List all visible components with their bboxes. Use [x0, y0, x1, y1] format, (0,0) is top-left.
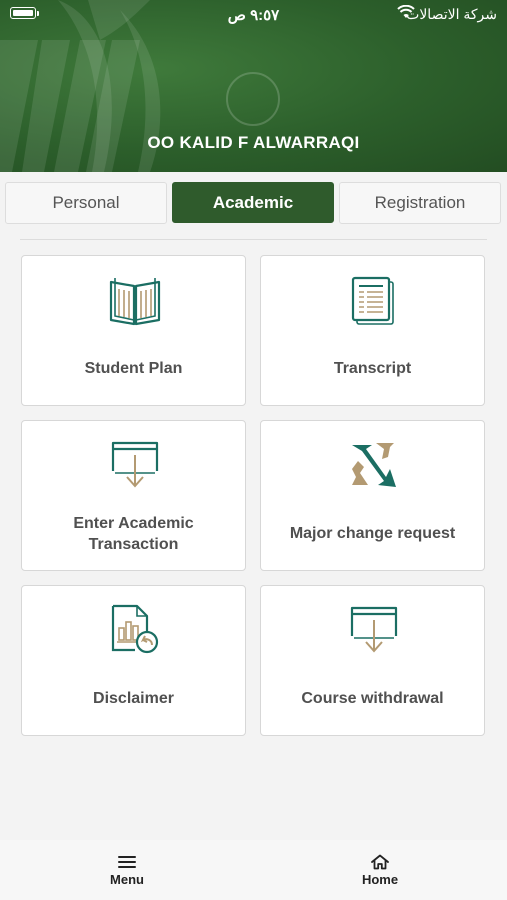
- home-icon: [371, 854, 389, 870]
- bottom-navigation: Menu Home: [0, 840, 507, 900]
- home-label: Home: [361, 872, 399, 887]
- tab-registration-label: Registration: [374, 193, 466, 212]
- tab-academic-label: Academic: [212, 193, 294, 212]
- report-undo-icon: [111, 604, 159, 654]
- document-stack-icon: [351, 276, 394, 325]
- student-plan-tile[interactable]: Student Plan: [21, 255, 246, 406]
- hamburger-menu-icon: [118, 856, 136, 868]
- divider: [20, 239, 487, 240]
- tab-registration[interactable]: Registration: [339, 182, 501, 224]
- student-plan-label: Student Plan: [84, 360, 183, 377]
- tab-academic[interactable]: Academic: [172, 182, 334, 223]
- course-withdrawal-label: Course withdrawal: [301, 690, 444, 707]
- home-button[interactable]: Home: [340, 854, 420, 887]
- carrier-name: شركة الاتصالات: [406, 6, 497, 22]
- disclaimer-label: Disclaimer: [93, 690, 174, 707]
- disclaimer-tile[interactable]: Disclaimer: [21, 585, 246, 736]
- menu-label: Menu: [110, 872, 144, 887]
- transcript-label: Transcript: [333, 360, 412, 377]
- tab-personal[interactable]: Personal: [5, 182, 167, 224]
- window-arrow-down-icon: [111, 441, 159, 488]
- menu-button[interactable]: Menu: [87, 854, 167, 887]
- course-withdrawal-tile[interactable]: Course withdrawal: [260, 585, 485, 736]
- section-tabs: Personal Academic Registration: [5, 182, 502, 224]
- tab-personal-label: Personal: [52, 193, 120, 212]
- enter-academic-transaction-tile[interactable]: Enter Academic Transaction: [21, 420, 246, 571]
- major-change-request-tile[interactable]: Major change request: [260, 420, 485, 571]
- open-book-icon: [109, 278, 161, 326]
- window-arrow-down-icon: [350, 606, 398, 653]
- student-name: OO KALID F ALWARRAQI: [147, 133, 360, 152]
- major-change-request-label: Major change request: [289, 525, 456, 542]
- status-bar: ٩:٥٧ ص شركة الاتصالات: [0, 0, 507, 30]
- transcript-tile[interactable]: Transcript: [260, 255, 485, 406]
- enter-academic-transaction-label: Enter Academic Transaction: [73, 514, 194, 553]
- avatar: [226, 72, 280, 126]
- profile-header: ٩:٥٧ ص شركة الاتصالات OO KALID F ALWARRA…: [0, 0, 507, 172]
- swap-arrows-icon: [352, 443, 396, 487]
